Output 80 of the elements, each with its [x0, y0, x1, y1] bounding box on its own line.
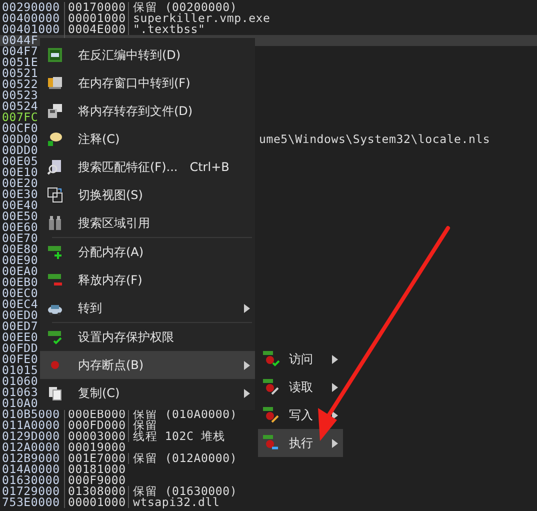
address-cell-text: 00290000: [1, 2, 60, 13]
address-cell-text: 007FC: [1, 112, 38, 123]
address-cell-text: 00D00: [1, 134, 38, 145]
submenu-item[interactable]: 访问: [258, 345, 343, 373]
address-cell-text: 00E50: [1, 211, 38, 222]
submenu-item[interactable]: 写入: [258, 401, 343, 429]
address-cell-text: 0044F: [1, 35, 38, 46]
submenu-item[interactable]: 执行: [258, 429, 343, 457]
address-cell-text: 01015: [1, 365, 38, 376]
size-cell: 00181000: [64, 464, 126, 475]
address-cell-text: 010B5000: [1, 409, 60, 420]
address-cell-text: 00E70: [1, 233, 38, 244]
address-cell-text: 01729000: [1, 486, 60, 497]
info-cell: 线程 102C 堆栈: [128, 431, 226, 442]
menu-item[interactable]: 分配内存(A): [40, 238, 255, 266]
address-cell-text: 010A0: [1, 398, 38, 409]
address-cell-text: 00522: [1, 79, 38, 90]
address-cell-text: 00E05: [1, 156, 38, 167]
address-cell-text: 00E10: [1, 167, 38, 178]
address-cell-text: 00E60: [1, 222, 38, 233]
menu-item[interactable]: 释放内存(F): [40, 266, 255, 294]
address-cell-text: 0051E: [1, 57, 38, 68]
size-cell: 00001000: [64, 497, 126, 508]
address-cell-text: 00EC0: [1, 288, 38, 299]
address-cell-text: 00FDD: [1, 343, 38, 354]
size-cell: 00001000: [64, 13, 126, 24]
address-cell-text: 00401000: [1, 24, 60, 35]
info-cell: 保留 (00200000): [128, 2, 238, 13]
menu-item[interactable]: 搜索区域引用: [40, 209, 255, 237]
address-cell-text: 00EE0: [1, 332, 38, 343]
menu-item[interactable]: 注释(C): [40, 125, 255, 153]
menu-item[interactable]: 转到: [40, 294, 255, 322]
size-cell: 000F9000: [64, 475, 126, 486]
address-cell-text: 00ED7: [1, 321, 38, 332]
size-cell: 000FD000: [64, 420, 126, 431]
address-cell-text: 00FE0: [1, 354, 38, 365]
address-cell-text: 01060: [1, 376, 38, 387]
menu-item[interactable]: 在内存窗口中转到(F): [40, 69, 255, 97]
address-cell-text: 00ED0: [1, 310, 38, 321]
menu-item[interactable]: 复制(C): [40, 379, 255, 407]
address-cell-text: 00E30: [1, 189, 38, 200]
address-cell-text: 01630000: [1, 475, 60, 486]
address-cell-text: 00E20: [1, 178, 38, 189]
info-cell: 保留: [128, 420, 158, 431]
size-cell: 01308000: [64, 486, 126, 497]
menu-item[interactable]: 内存断点(B): [40, 351, 255, 379]
address-cell-text: 00CF0: [1, 123, 38, 134]
address-cell-text: 011A0000: [1, 420, 60, 431]
address-cell-text: 01063: [1, 387, 38, 398]
address-cell-text: 00400000: [1, 13, 60, 24]
address-cell-text: 012B9000: [1, 453, 60, 464]
menu-item[interactable]: 设置内存保护权限: [40, 323, 255, 351]
submenu-item[interactable]: 读取: [258, 373, 343, 401]
address-cell-text: 753E0000: [1, 497, 60, 508]
size-cell: 001E7000: [64, 453, 126, 464]
address-cell-text: 0129D000: [1, 431, 60, 442]
size-cell: 00003000: [64, 431, 126, 442]
address-cell-text: 012A0000: [1, 442, 60, 453]
address-cell-text: 00521: [1, 68, 38, 79]
address-cell-text: 00DD0: [1, 145, 38, 156]
address-cell-text: 00E40: [1, 200, 38, 211]
info-cell: wtsapi32.dll: [128, 497, 220, 508]
address-cell-text: 00E80: [1, 244, 38, 255]
menu-item[interactable]: 搜索匹配特征(F)... Ctrl+B: [40, 153, 255, 181]
address-cell-text: 00EC4: [1, 299, 38, 310]
menu-item[interactable]: 将内存转存到文件(D): [40, 97, 255, 125]
address-cell-text: 014A0000: [1, 464, 60, 475]
address-cell-text: 00E90: [1, 255, 38, 266]
size-cell: 00019000: [64, 442, 126, 453]
info-cell: 保留 (012A0000): [128, 453, 238, 464]
info-cell: superkiller.vmp.exe: [128, 13, 270, 24]
address-cell-text: 00524: [1, 101, 38, 112]
info-cell: 保留 (01630000): [128, 486, 238, 497]
address-cell-text: 00523: [1, 90, 38, 101]
address-cell-text: 00EA0: [1, 266, 38, 277]
address-cell-text: 00EB0: [1, 277, 38, 288]
menu-item[interactable]: 切换视图(S): [40, 181, 255, 209]
info-cell-text: ume5\Windows\System32\locale.nls: [258, 134, 490, 145]
address-cell-text: 004F7: [1, 46, 38, 57]
size-cell: 00170000: [64, 2, 126, 13]
